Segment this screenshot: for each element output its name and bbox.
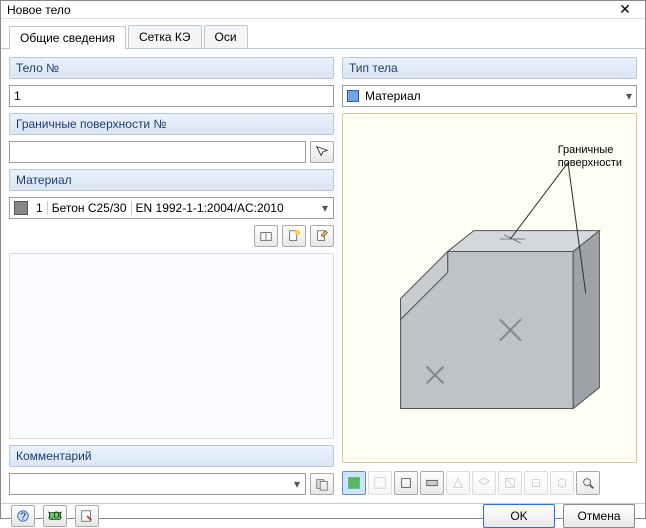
pick-boundary-button[interactable] bbox=[310, 141, 334, 163]
units-button[interactable]: 0,00 bbox=[43, 505, 67, 527]
material-standard: EN 1992-1-1:2004/AC:2010 bbox=[132, 201, 317, 215]
material-name: Бетон C25/30 bbox=[48, 201, 132, 215]
view-3d-button bbox=[550, 471, 574, 495]
type-select[interactable]: Материал ▾ bbox=[342, 85, 637, 107]
preview-toolbar bbox=[342, 469, 637, 495]
material-library-button[interactable] bbox=[254, 225, 278, 247]
preview-panel: Граничные поверхности bbox=[342, 113, 637, 463]
comment-header: Комментарий bbox=[9, 445, 334, 467]
type-value: Материал bbox=[365, 89, 421, 103]
view-front-button[interactable] bbox=[394, 471, 418, 495]
pick-icon bbox=[315, 145, 329, 159]
empty-panel bbox=[9, 253, 334, 439]
comment-import-button[interactable] bbox=[310, 473, 334, 495]
iso-icon bbox=[477, 476, 491, 490]
close-icon[interactable]: ✕ bbox=[611, 1, 639, 18]
material-select[interactable]: 1 Бетон C25/30 EN 1992-1-1:2004/AC:2010 … bbox=[9, 197, 334, 219]
edit-icon bbox=[315, 229, 329, 243]
pick-footer-button[interactable] bbox=[75, 505, 99, 527]
material-swatch-icon bbox=[14, 201, 28, 215]
comment-import-icon bbox=[315, 477, 329, 491]
help-button[interactable]: ? bbox=[11, 505, 35, 527]
wire-icon bbox=[373, 476, 387, 490]
body-no-header: Тело № bbox=[9, 57, 334, 79]
view-section-button bbox=[498, 471, 522, 495]
view-wire-button bbox=[368, 471, 392, 495]
view-shaded-button[interactable] bbox=[342, 471, 366, 495]
type-header: Тип тела bbox=[342, 57, 637, 79]
material-new-button[interactable] bbox=[282, 225, 306, 247]
section-icon bbox=[503, 476, 517, 490]
window-title: Новое тело bbox=[7, 3, 611, 17]
svg-text:0,00: 0,00 bbox=[48, 510, 62, 522]
help-icon: ? bbox=[16, 509, 30, 523]
extents-icon bbox=[529, 476, 543, 490]
front-icon bbox=[399, 476, 413, 490]
tab-axes[interactable]: Оси bbox=[204, 25, 248, 48]
pick-footer-icon bbox=[80, 509, 94, 523]
library-icon bbox=[259, 229, 273, 243]
chevron-down-icon: ▾ bbox=[626, 89, 632, 103]
boundary-input[interactable] bbox=[9, 141, 306, 163]
side-icon bbox=[451, 476, 465, 490]
new-icon bbox=[287, 229, 301, 243]
zoom-icon bbox=[581, 476, 595, 490]
comment-combo[interactable]: ▾ bbox=[9, 473, 306, 495]
view-iso-button bbox=[472, 471, 496, 495]
tab-mesh[interactable]: Сетка КЭ bbox=[128, 25, 202, 48]
body-no-input[interactable] bbox=[9, 85, 334, 107]
material-number: 1 bbox=[32, 201, 48, 215]
type-swatch-icon bbox=[347, 90, 359, 102]
view-top-button[interactable] bbox=[420, 471, 444, 495]
material-header: Материал bbox=[9, 169, 334, 191]
units-icon: 0,00 bbox=[48, 509, 62, 523]
view-extents-button bbox=[524, 471, 548, 495]
chevron-down-icon: ▾ bbox=[289, 477, 305, 491]
cancel-button[interactable]: Отмена bbox=[563, 504, 635, 528]
cube-icon bbox=[555, 476, 569, 490]
boundary-header: Граничные поверхности № bbox=[9, 113, 334, 135]
shaded-icon bbox=[347, 476, 361, 490]
tab-general[interactable]: Общие сведения bbox=[9, 26, 126, 49]
view-side-button bbox=[446, 471, 470, 495]
svg-text:?: ? bbox=[20, 511, 26, 523]
tabs: Общие сведения Сетка КЭ Оси bbox=[1, 19, 645, 49]
top-icon bbox=[425, 476, 439, 490]
chevron-down-icon: ▾ bbox=[317, 201, 333, 215]
preview-label: Граничные поверхности bbox=[558, 144, 622, 170]
material-edit-button[interactable] bbox=[310, 225, 334, 247]
ok-button[interactable]: OK bbox=[483, 504, 555, 528]
view-zoom-button[interactable] bbox=[576, 471, 600, 495]
